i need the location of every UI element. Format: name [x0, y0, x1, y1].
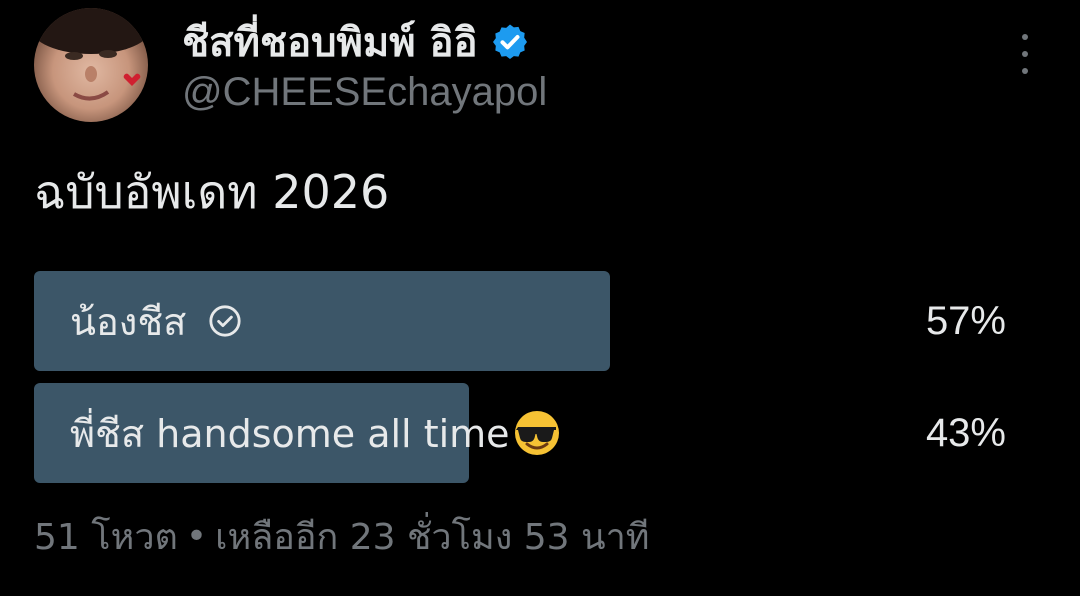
poll-option-1-percent: 57% [925, 298, 1006, 343]
poll-meta-separator: • [185, 516, 208, 557]
tweet-text: ฉบับอัพเดท 2026 [34, 165, 390, 219]
poll-option-1-label: น้องชีส [70, 299, 187, 344]
verified-badge-icon [490, 22, 530, 62]
author-handle[interactable]: @CHEESEchayapol [182, 70, 547, 115]
tweet: ชีสที่ชอบพิมพ์ อิอิ @CHEESEchayapol ฉบับ… [0, 0, 1080, 596]
poll-time-left: เหลืออีก 23 ชั่วโมง 53 นาที [215, 517, 650, 558]
poll-option-2-label-row: พี่ชีส handsome all time [70, 383, 562, 483]
poll-votes: 51 โหวต [34, 517, 178, 558]
poll-option-2-percent: 43% [925, 410, 1006, 455]
poll-meta: 51 โหวต • เหลืออีก 23 ชั่วโมง 53 นาที [34, 508, 650, 565]
avatar-image [34, 8, 148, 101]
poll-option-2-label: พี่ชีส handsome all time [70, 411, 510, 456]
check-circle-icon [208, 304, 242, 338]
poll-option-2[interactable]: พี่ชีส handsome all time 43% [34, 383, 1006, 483]
poll-option-1[interactable]: น้องชีส 57% [34, 271, 1006, 371]
sunglasses-emoji-icon [512, 408, 562, 458]
display-name[interactable]: ชีสที่ชอบพิมพ์ อิอิ [182, 10, 478, 74]
more-options-icon[interactable] [1014, 34, 1036, 74]
poll-option-1-label-row: น้องชีส [70, 271, 242, 371]
avatar[interactable] [34, 8, 148, 122]
author-name-row[interactable]: ชีสที่ชอบพิมพ์ อิอิ [182, 16, 530, 68]
